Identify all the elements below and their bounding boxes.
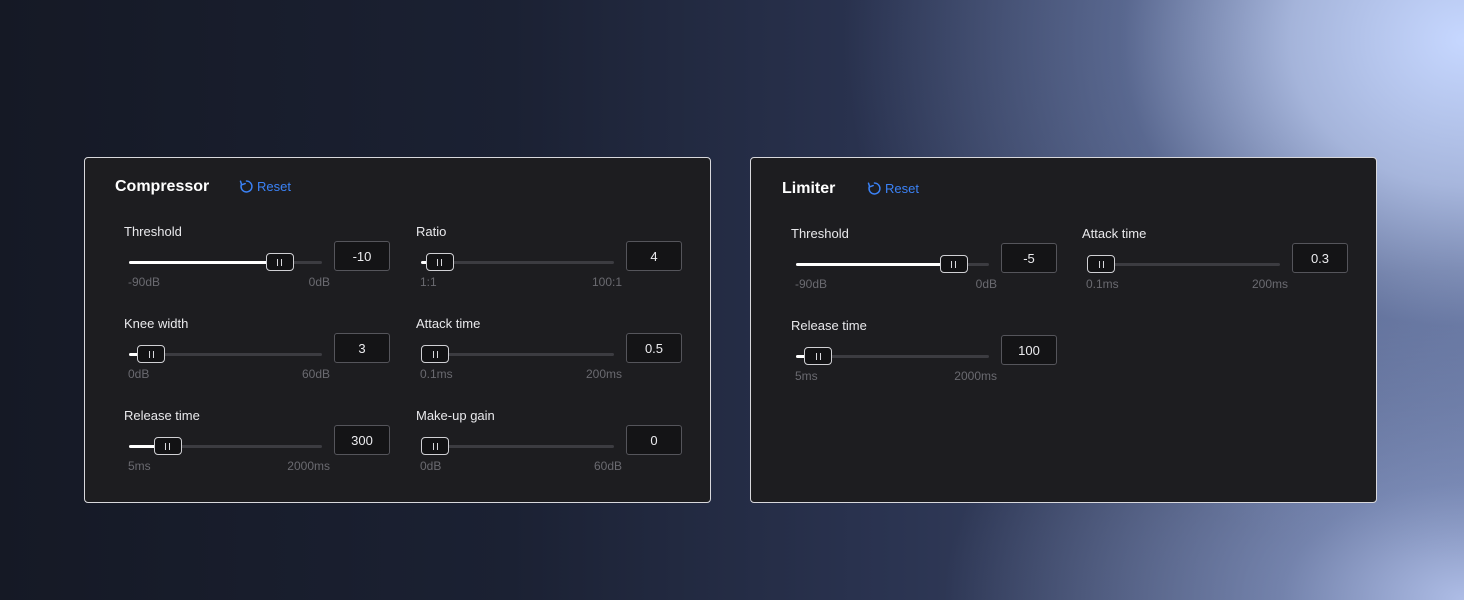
slider-max-label: 60dB [593, 459, 622, 473]
slider-max-label: 200ms [585, 367, 622, 381]
slider-min-label: -90dB [795, 277, 828, 291]
compressor-reset-button[interactable]: Reset [239, 179, 291, 194]
control-label: Threshold [124, 224, 182, 239]
threshold-value-input[interactable] [334, 241, 390, 271]
slider-track[interactable] [129, 345, 322, 363]
slider-track[interactable] [796, 255, 989, 273]
slider-fill [129, 261, 280, 264]
slider-track[interactable] [129, 437, 322, 455]
slider-track[interactable] [421, 253, 614, 271]
limiter-title: Limiter [782, 180, 836, 197]
compressor-title: Compressor [115, 178, 210, 195]
attack-time-value-input[interactable] [1292, 243, 1348, 273]
slider-thumb[interactable] [265, 253, 294, 271]
reset-icon [239, 180, 253, 193]
limiter-panel: Limiter Reset Threshold -90dB 0dB Attack… [750, 157, 1377, 503]
compressor-release-time-control: Release time 5ms 2000ms [124, 408, 392, 490]
slider-thumb[interactable] [1087, 255, 1115, 273]
slider-min-label: 0dB [128, 367, 150, 381]
control-label: Attack time [416, 316, 481, 331]
slider-thumb[interactable] [421, 345, 449, 363]
control-label: Knee width [124, 316, 189, 331]
slider-max-label: 2000ms [954, 369, 997, 383]
limiter-reset-button[interactable]: Reset [867, 181, 919, 196]
compressor-threshold-control: Threshold -90dB 0dB [124, 224, 392, 306]
slider-thumb[interactable] [425, 253, 454, 271]
slider-min-label: -90dB [128, 275, 161, 289]
compressor-makeup-gain-control: Make-up gain 0dB 60dB [416, 408, 684, 490]
slider-max-label: 2000ms [287, 459, 330, 473]
slider-thumb[interactable] [804, 347, 833, 365]
slider-min-label: 1:1 [420, 275, 437, 289]
control-label: Release time [791, 318, 867, 333]
release-time-value-input[interactable] [334, 425, 390, 455]
control-label: Ratio [416, 224, 447, 239]
limiter-attack-time-control: Attack time 0.1ms 200ms [1082, 226, 1350, 308]
slider-track[interactable] [1087, 255, 1280, 273]
limiter-release-time-control: Release time 5ms 2000ms [791, 318, 1059, 400]
control-label: Threshold [791, 226, 849, 241]
compressor-attack-time-control: Attack time 0.1ms 200ms [416, 316, 684, 398]
slider-thumb[interactable] [939, 255, 968, 273]
release-time-value-input[interactable] [1001, 335, 1057, 365]
reset-label: Reset [885, 181, 919, 196]
slider-track[interactable] [421, 437, 614, 455]
limiter-threshold-control: Threshold -90dB 0dB [791, 226, 1059, 308]
slider-max-label: 0dB [308, 275, 330, 289]
compressor-panel: Compressor Reset Threshold -90dB 0dB Rat… [84, 157, 711, 503]
slider-track[interactable] [421, 345, 614, 363]
slider-thumb[interactable] [137, 345, 166, 363]
slider-max-label: 100:1 [591, 275, 622, 289]
threshold-value-input[interactable] [1001, 243, 1057, 273]
makeup-gain-value-input[interactable] [626, 425, 682, 455]
compressor-ratio-control: Ratio 1:1 100:1 [416, 224, 684, 306]
slider-track[interactable] [129, 253, 322, 271]
slider-thumb[interactable] [153, 437, 182, 455]
slider-max-label: 60dB [301, 367, 330, 381]
slider-fill [796, 263, 954, 266]
slider-track[interactable] [796, 347, 989, 365]
slider-max-label: 200ms [1251, 277, 1288, 291]
control-label: Release time [124, 408, 200, 423]
ratio-value-input[interactable] [626, 241, 682, 271]
reset-label: Reset [257, 179, 291, 194]
slider-min-label: 5ms [795, 369, 818, 383]
slider-min-label: 5ms [128, 459, 151, 473]
reset-icon [867, 182, 881, 195]
slider-max-label: 0dB [975, 277, 997, 291]
slider-min-label: 0.1ms [420, 367, 453, 381]
control-label: Make-up gain [416, 408, 495, 423]
control-label: Attack time [1082, 226, 1147, 241]
attack-time-value-input[interactable] [626, 333, 682, 363]
knee-width-value-input[interactable] [334, 333, 390, 363]
compressor-knee-width-control: Knee width 0dB 60dB [124, 316, 392, 398]
slider-thumb[interactable] [421, 437, 449, 455]
slider-min-label: 0.1ms [1086, 277, 1119, 291]
slider-min-label: 0dB [420, 459, 442, 473]
